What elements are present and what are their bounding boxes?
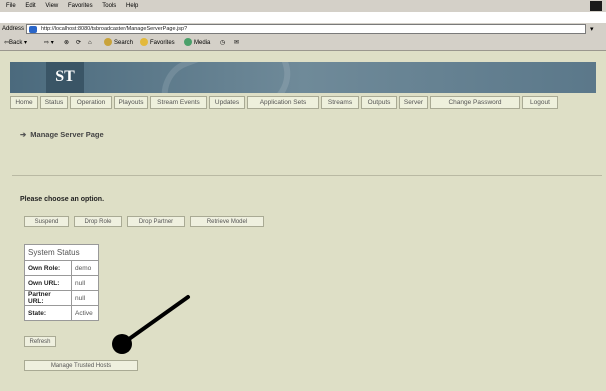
nav-streams[interactable]: Streams	[321, 96, 359, 109]
company-logo: ST	[46, 62, 84, 93]
menu-file[interactable]: File	[6, 0, 16, 12]
browser-menu-bar: File Edit View Favorites Tools Help	[0, 0, 606, 12]
address-bar: Address http://localhost:8080/tsbroadcas…	[0, 23, 606, 36]
drop-partner-button[interactable]: Drop Partner	[127, 216, 185, 227]
url-field[interactable]: http://localhost:8080/tsbroadcaster/Mana…	[26, 24, 586, 34]
menu-favorites[interactable]: Favorites	[68, 0, 93, 12]
system-status-heading: System Status	[24, 244, 99, 261]
suspend-button[interactable]: Suspend	[24, 216, 69, 227]
nav-application-sets[interactable]: Application Sets	[247, 96, 319, 109]
status-value: Active	[71, 305, 99, 321]
address-dropdown-icon[interactable]: ▾	[590, 25, 594, 33]
status-value: null	[71, 275, 99, 291]
menu-help[interactable]: Help	[126, 0, 138, 12]
status-label: Own URL:	[24, 275, 72, 291]
windows-logo-icon	[590, 1, 602, 11]
manage-trusted-hosts-button[interactable]: Manage Trusted Hosts	[24, 360, 138, 371]
mail-icon[interactable]: ✉	[234, 36, 239, 50]
nav-status[interactable]: Status	[40, 96, 68, 109]
history-icon[interactable]: ◷	[220, 36, 225, 50]
back-button[interactable]: ⇦Back ▾	[4, 36, 27, 50]
table-row: State: Active	[24, 305, 99, 321]
stop-icon[interactable]: ⊗	[64, 36, 69, 50]
page-icon	[29, 26, 37, 33]
status-value: demo	[71, 260, 99, 276]
back-label: Back	[9, 40, 23, 46]
nav-stream-events[interactable]: Stream Events	[150, 96, 207, 109]
browser-toolbar: ⇦Back ▾ ⇨ ▾ ⊗ ⟳ ⌂ Search Favorites Media…	[0, 36, 606, 51]
divider	[12, 175, 602, 176]
favorites-icon	[140, 38, 148, 47]
refresh-icon[interactable]: ⟳	[76, 36, 81, 50]
header-banner: ST	[10, 62, 596, 93]
retrieve-model-button[interactable]: Retrieve Model	[190, 216, 264, 227]
table-row: Partner URL: null	[24, 290, 99, 306]
status-label: State:	[24, 305, 72, 321]
page-body: ST Home Status Operation Playouts Stream…	[0, 51, 606, 391]
url-text: http://localhost:8080/tsbroadcaster/Mana…	[41, 26, 188, 32]
nav-playouts[interactable]: Playouts	[114, 96, 148, 109]
menu-view[interactable]: View	[45, 0, 58, 12]
search-icon	[104, 38, 112, 47]
search-button[interactable]: Search	[104, 36, 133, 50]
status-value: null	[71, 290, 99, 306]
system-status-table: System Status Own Role: demo Own URL: null…	[24, 244, 99, 321]
nav-updates[interactable]: Updates	[209, 96, 245, 109]
menu-edit[interactable]: Edit	[25, 0, 35, 12]
banner-decoration	[151, 62, 301, 93]
nav-home[interactable]: Home	[10, 96, 38, 109]
option-prompt: Please choose an option.	[20, 196, 105, 203]
address-label: Address	[2, 26, 25, 32]
arrow-right-icon: ➔	[20, 130, 27, 139]
media-icon	[184, 38, 192, 47]
main-nav: Home Status Operation Playouts Stream Ev…	[10, 96, 596, 109]
page-title-text: Manage Server Page	[30, 130, 104, 139]
media-button[interactable]: Media	[184, 36, 210, 50]
menu-tools[interactable]: Tools	[102, 0, 116, 12]
nav-outputs[interactable]: Outputs	[361, 96, 397, 109]
nav-operation[interactable]: Operation	[70, 96, 112, 109]
table-row: Own URL: null	[24, 275, 99, 291]
nav-logout[interactable]: Logout	[522, 96, 558, 109]
status-label: Partner URL:	[24, 290, 72, 306]
nav-change-password[interactable]: Change Password	[430, 96, 520, 109]
refresh-button[interactable]: Refresh	[24, 336, 56, 347]
favorites-button[interactable]: Favorites	[140, 36, 175, 50]
search-label: Search	[114, 40, 134, 46]
table-row: Own Role: demo	[24, 260, 99, 276]
favorites-label: Favorites	[150, 40, 175, 46]
forward-icon[interactable]: ⇨ ▾	[44, 36, 54, 50]
status-label: Own Role:	[24, 260, 72, 276]
media-label: Media	[194, 40, 211, 46]
page-title: ➔ Manage Server Page	[20, 130, 104, 139]
nav-server[interactable]: Server	[399, 96, 428, 109]
home-icon[interactable]: ⌂	[88, 36, 92, 50]
drop-role-button[interactable]: Drop Role	[74, 216, 122, 227]
